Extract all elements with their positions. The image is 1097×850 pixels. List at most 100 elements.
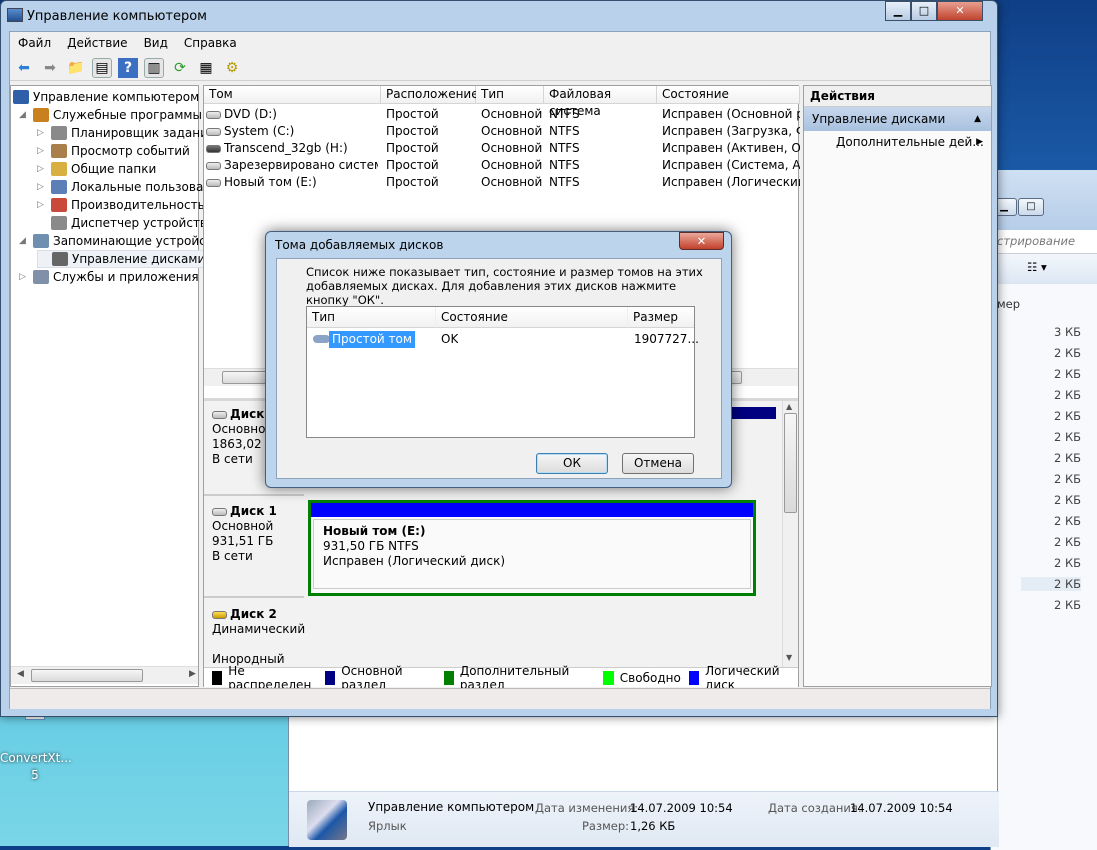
volume-cell[interactable]: System (C:) — [206, 123, 378, 140]
expanded-arrow-icon[interactable]: ◢ — [19, 232, 29, 250]
forward-icon[interactable]: ➡ — [40, 58, 60, 78]
tree-item[interactable]: ▷ Планировщик заданий — [37, 124, 216, 142]
menu-action[interactable]: Действие — [59, 32, 135, 54]
tree-item[interactable]: Управление дисками — [37, 250, 210, 268]
collapsed-arrow-icon[interactable]: ▷ — [37, 124, 47, 142]
tree-item-label: Службы и приложения — [53, 270, 199, 284]
collapsed-arrow-icon[interactable]: ▷ — [37, 196, 47, 214]
volume-cell[interactable]: Простой — [386, 123, 476, 140]
tree-item-label: Служебные программы — [53, 108, 202, 122]
size-column-header[interactable]: мер — [997, 297, 1020, 311]
more-actions-item[interactable]: Дополнительные дей... ▶ — [804, 131, 991, 153]
menu-file[interactable]: Файл — [10, 32, 59, 54]
column-header[interactable]: Состояние — [657, 86, 800, 104]
volume-cell[interactable]: Transcend_32gb (H:) — [206, 140, 378, 157]
tree-item[interactable]: ▷ Общие папки — [37, 160, 156, 178]
tree-item-icon — [51, 144, 67, 158]
minimize-button[interactable]: ▁ — [885, 1, 911, 21]
tree-item[interactable]: ▷ Службы и приложения — [19, 268, 199, 286]
dialog-body: Список ниже показывает тип, состояние и … — [276, 258, 722, 479]
collapse-icon[interactable]: ▲ — [974, 107, 981, 131]
volume-cell[interactable]: Простой — [386, 174, 476, 191]
dialog-close-button[interactable]: ✕ — [679, 232, 724, 250]
tree-item[interactable]: ◢ Запоминающие устройст — [19, 232, 213, 250]
col-status[interactable]: Состояние — [436, 307, 628, 328]
volume-cell[interactable]: NTFS — [549, 123, 657, 140]
actions-section-disk-management[interactable]: Управление дисками ▲ — [804, 107, 991, 131]
collapsed-arrow-icon[interactable]: ▷ — [37, 160, 47, 178]
tree-item[interactable]: ▷ Производительность — [37, 196, 205, 214]
volume-cell-text: Исправен (Система, Акти — [662, 158, 800, 172]
volume-cell[interactable]: Простой — [386, 140, 476, 157]
settings-icon[interactable]: ⚙ — [222, 58, 242, 78]
file-size: 2 КБ — [1053, 472, 1081, 486]
partition-new-volume-e[interactable]: Новый том (E:) 931,50 ГБ NTFS Исправен (… — [308, 500, 756, 596]
volume-cell[interactable]: Основной — [481, 140, 544, 157]
column-header[interactable]: Том — [204, 86, 381, 104]
tree-item[interactable]: Диспетчер устройств — [37, 214, 207, 232]
volume-cell-text: Основной — [481, 141, 543, 155]
disk-2[interactable]: Диск 2 Динамический Инородный — [204, 601, 305, 667]
volume-cell[interactable]: NTFS — [549, 157, 657, 174]
col-type[interactable]: Тип — [307, 307, 436, 328]
expanded-arrow-icon[interactable]: ◢ — [19, 106, 29, 124]
collapsed-arrow-icon[interactable]: ▷ — [37, 178, 47, 196]
volume-cell[interactable]: Зарезервировано системой — [206, 157, 378, 174]
volume-cell[interactable]: Исправен (Активен, Осн — [662, 140, 800, 157]
volume-cell[interactable]: NTFS — [549, 140, 657, 157]
volume-cell[interactable]: Основной — [481, 157, 544, 174]
tree-item[interactable]: ▷ Локальные пользовате — [37, 178, 218, 196]
ok-button[interactable]: ОК — [536, 453, 608, 474]
dialog-list-row[interactable]: Простой том OK 1907727... — [307, 330, 699, 348]
view-options-icon[interactable]: ☷ ▾ — [1027, 260, 1047, 274]
volume-cell[interactable]: Исправен (Логический д — [662, 174, 800, 191]
menu-view[interactable]: Вид — [136, 32, 176, 54]
volume-cell[interactable]: Основной — [481, 123, 544, 140]
menu-help[interactable]: Справка — [176, 32, 245, 54]
maximize-button[interactable]: □ — [911, 1, 937, 21]
volume-cell-text: Простой — [386, 107, 439, 121]
volume-icon — [313, 335, 330, 343]
tree-item[interactable]: ▷ Просмотр событий — [37, 142, 190, 160]
volume-cell[interactable]: Исправен (Система, Акти — [662, 157, 800, 174]
volume-cell[interactable]: Новый том (E:) — [206, 174, 378, 191]
volume-cell[interactable]: DVD (D:) — [206, 106, 378, 123]
volume-cell[interactable]: NTFS — [549, 174, 657, 191]
back-icon[interactable]: ⬅ — [14, 58, 34, 78]
volume-icon — [206, 128, 221, 136]
details-pane: Управление компьютером Ярлык Дата измене… — [289, 791, 999, 847]
file-size: 3 КБ — [1053, 325, 1081, 339]
up-folder-icon[interactable]: 📁 — [66, 58, 86, 78]
tree-horizontal-scrollbar[interactable]: ◀ ▶ — [11, 666, 198, 684]
volume-cell[interactable]: Основной — [481, 106, 544, 123]
search-input[interactable]: стрирование — [991, 230, 1097, 254]
size-label: Размер: — [582, 819, 630, 833]
graph-vertical-scrollbar[interactable]: ▲ ▼ — [782, 401, 798, 667]
col-size[interactable]: Размер — [628, 307, 694, 328]
refresh-icon[interactable]: ⟳ — [170, 58, 190, 78]
disk-1[interactable]: Диск 1 Основной 931,51 ГБ В сети — [204, 498, 304, 598]
tree-item[interactable]: Управление компьютером (л — [13, 88, 215, 106]
volume-cell[interactable]: Исправен (Загрузка, Фай — [662, 123, 800, 140]
close-button[interactable]: ✕ — [937, 1, 983, 21]
properties-icon[interactable]: ▦ — [196, 58, 216, 78]
volume-cell[interactable]: Основной — [481, 174, 544, 191]
cancel-button[interactable]: Отмена — [622, 453, 694, 474]
volume-icon — [206, 162, 221, 170]
tree-item[interactable]: ◢ Служебные программы — [19, 106, 202, 124]
column-header[interactable]: Тип — [476, 86, 544, 104]
volume-cell[interactable]: Простой — [386, 106, 476, 123]
file-size: 2 КБ — [1053, 430, 1081, 444]
volume-cell[interactable]: Исправен (Основной раз — [662, 106, 800, 123]
column-header[interactable]: Файловая система — [544, 86, 657, 118]
show-hide-tree-icon[interactable]: ▤ — [92, 57, 112, 78]
maximize-button[interactable]: □ — [1018, 198, 1044, 216]
volume-cell[interactable]: NTFS — [549, 106, 657, 123]
show-hide-action-pane-icon[interactable]: ▥ — [144, 57, 164, 78]
collapsed-arrow-icon[interactable]: ▷ — [37, 142, 47, 160]
help-icon[interactable]: ? — [118, 57, 138, 78]
column-header[interactable]: Расположение — [381, 86, 479, 104]
collapsed-arrow-icon[interactable]: ▷ — [19, 268, 29, 286]
volume-cell[interactable]: Простой — [386, 157, 476, 174]
tree-item-icon — [51, 126, 67, 140]
